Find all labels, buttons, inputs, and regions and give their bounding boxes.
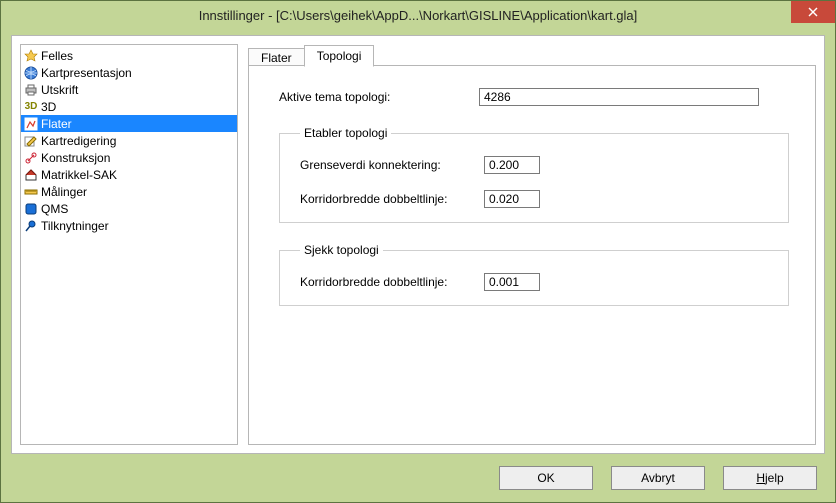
tab-body-topologi: Aktive tema topologi: Etabler topologi G… [248,65,816,445]
printer-icon [23,82,39,98]
tree-item[interactable]: Tilknytninger [21,217,237,234]
group-etabler-topologi: Etabler topologi Grenseverdi konnekterin… [279,126,789,223]
tree-item-label: 3D [41,100,56,114]
tree-item-label: QMS [41,202,68,216]
row-etabler-korridor: Korridorbredde dobbeltlinje: [300,190,768,208]
input-sjekk-korridor[interactable] [484,273,540,291]
help-button[interactable]: Hjelp [723,466,817,490]
tree-item[interactable]: Flater [21,115,237,132]
tab-topologi[interactable]: Topologi [304,45,375,67]
tree-item-label: Flater [41,117,72,131]
tree-item[interactable]: Målinger [21,183,237,200]
category-tree: FellesKartpresentasjonUtskrift3D3DFlater… [20,44,238,445]
row-grenseverdi: Grenseverdi konnektering: [300,156,768,174]
close-button[interactable] [791,1,835,23]
tree-item-label: Matrikkel-SAK [41,168,117,182]
label-grenseverdi: Grenseverdi konnektering: [300,158,484,172]
right-panel: FlaterTopologi Aktive tema topologi: Eta… [248,44,816,445]
input-etabler-korridor[interactable] [484,190,540,208]
close-icon [808,7,818,17]
legend-etabler: Etabler topologi [300,126,391,140]
titlebar: Innstillinger - [C:\Users\geihek\AppD...… [1,1,835,29]
tree-item-label: Målinger [41,185,87,199]
legend-sjekk: Sjekk topologi [300,243,383,257]
tree-item[interactable]: Kartpresentasjon [21,64,237,81]
3d-icon: 3D [23,99,39,115]
flater-icon [23,116,39,132]
felles-icon [23,48,39,64]
tree-item[interactable]: Konstruksjon [21,149,237,166]
help-accel: H [756,471,765,485]
dialog-button-row: OK Avbryt Hjelp [499,466,817,490]
ok-button[interactable]: OK [499,466,593,490]
label-aktive-tema: Aktive tema topologi: [279,90,479,104]
label-sjekk-korridor: Korridorbredde dobbeltlinje: [300,275,484,289]
cancel-button[interactable]: Avbryt [611,466,705,490]
settings-window: Innstillinger - [C:\Users\geihek\AppD...… [0,0,836,503]
content-area: FellesKartpresentasjonUtskrift3D3DFlater… [11,35,825,454]
tree-item[interactable]: Matrikkel-SAK [21,166,237,183]
pin-icon [23,218,39,234]
input-aktive-tema[interactable] [479,88,759,106]
qms-icon [23,201,39,217]
construct-icon [23,150,39,166]
tree-item-label: Felles [41,49,73,63]
group-sjekk-topologi: Sjekk topologi Korridorbredde dobbeltlin… [279,243,789,306]
row-aktive-tema: Aktive tema topologi: [279,88,789,106]
window-title: Innstillinger - [C:\Users\geihek\AppD...… [1,8,835,23]
input-grenseverdi[interactable] [484,156,540,174]
tree-item-label: Kartpresentasjon [41,66,132,80]
row-sjekk-korridor: Korridorbredde dobbeltlinje: [300,273,768,291]
tree-item-label: Konstruksjon [41,151,110,165]
globe-icon [23,65,39,81]
tree-item-label: Utskrift [41,83,78,97]
editmap-icon [23,133,39,149]
house-icon [23,167,39,183]
tree-item[interactable]: 3D3D [21,98,237,115]
tree-item[interactable]: Utskrift [21,81,237,98]
tree-item[interactable]: Felles [21,47,237,64]
tree-item-label: Tilknytninger [41,219,109,233]
label-etabler-korridor: Korridorbredde dobbeltlinje: [300,192,484,206]
tree-item-label: Kartredigering [41,134,116,148]
measure-icon [23,184,39,200]
help-rest: jelp [765,471,784,485]
tree-item[interactable]: Kartredigering [21,132,237,149]
tree-item[interactable]: QMS [21,200,237,217]
tab-strip: FlaterTopologi [248,44,816,66]
